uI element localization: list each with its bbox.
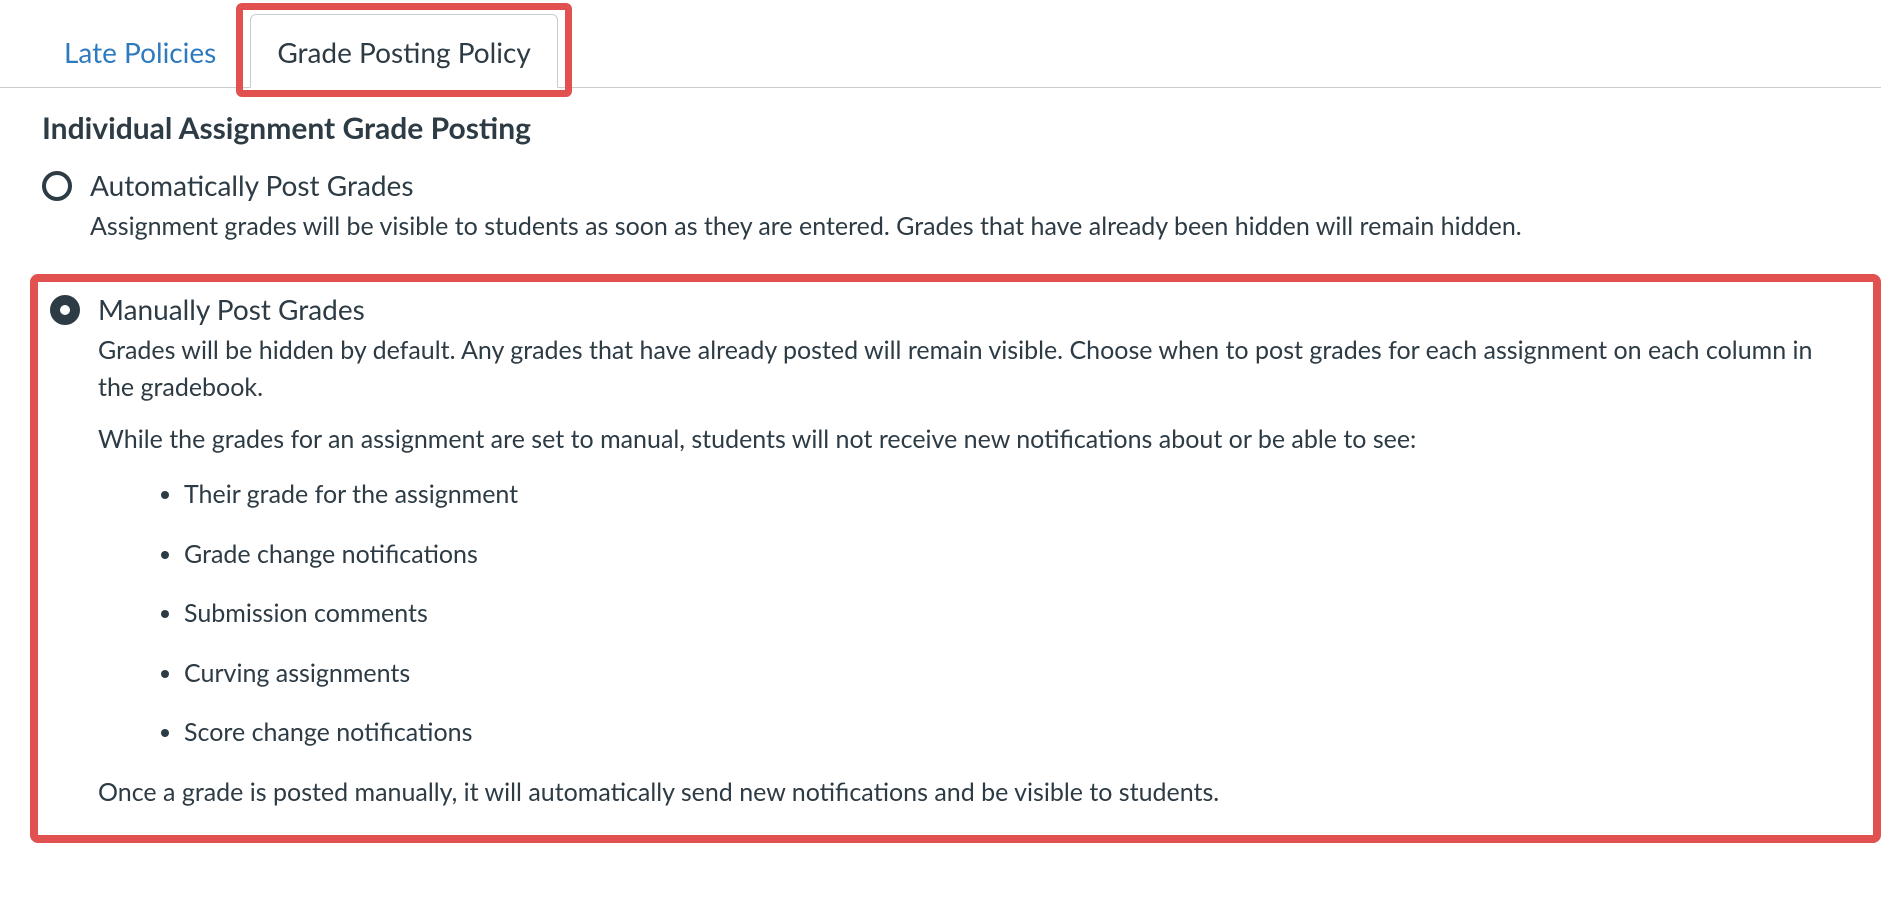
manual-list: Their grade for the assignment Grade cha… [98, 476, 1861, 752]
list-item: Their grade for the assignment [184, 476, 1861, 514]
tab-late-policies[interactable]: Late Policies [38, 15, 242, 87]
option-manual-desc3: Once a grade is posted manually, it will… [98, 774, 1861, 812]
list-item: Curving assignments [184, 655, 1861, 693]
list-item: Submission comments [184, 595, 1861, 633]
tab-grade-posting-policy[interactable]: Grade Posting Policy [250, 14, 558, 88]
radio-auto-post[interactable] [42, 171, 72, 201]
option-auto-post: Automatically Post Grades Assignment gra… [42, 168, 1881, 260]
tabs-bar: Late Policies Grade Posting Policy [0, 0, 1881, 88]
option-auto-desc: Assignment grades will be visible to stu… [90, 208, 1881, 246]
option-auto-body: Automatically Post Grades Assignment gra… [90, 168, 1881, 260]
annotation-highlight-manual: Manually Post Grades Grades will be hidd… [30, 274, 1881, 844]
option-manual-desc2: While the grades for an assignment are s… [98, 421, 1861, 459]
option-auto-title: Automatically Post Grades [90, 168, 1881, 202]
option-manual-body: Manually Post Grades Grades will be hidd… [98, 292, 1861, 826]
option-manual-title: Manually Post Grades [98, 292, 1861, 326]
option-manual-desc1: Grades will be hidden by default. Any gr… [98, 332, 1861, 407]
option-manual-post: Manually Post Grades Grades will be hidd… [42, 292, 1861, 826]
list-item: Score change notifications [184, 714, 1861, 752]
radio-manual-post[interactable] [50, 295, 80, 325]
section-title: Individual Assignment Grade Posting [42, 110, 1881, 146]
list-item: Grade change notifications [184, 536, 1861, 574]
content-area: Individual Assignment Grade Posting Auto… [0, 88, 1881, 865]
tab-active-wrap: Grade Posting Policy [250, 13, 558, 87]
